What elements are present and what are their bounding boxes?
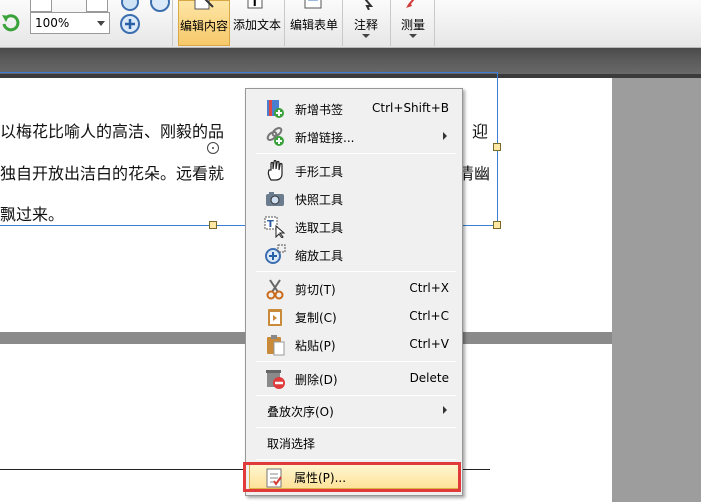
scissors-icon: [266, 279, 284, 300]
menu-item-shortcut: Ctrl+Shift+B: [372, 101, 449, 115]
menu-item-delete[interactable]: 删除(D) Delete: [249, 365, 459, 391]
paste-icon: [267, 335, 285, 356]
toolbar-separator: [172, 0, 173, 46]
toolbar-separator: [390, 0, 391, 46]
menu-item-copy[interactable]: 复制(C) Ctrl+C: [249, 303, 459, 329]
bookmark-add-icon: [267, 100, 284, 118]
annotate-label: 注释: [353, 18, 378, 32]
menu-item-label: 剪切(T): [295, 283, 336, 297]
camera-icon: [266, 192, 284, 206]
edit-form-button[interactable]: 编辑表单: [288, 0, 340, 46]
menu-item-shortcut: Ctrl+C: [409, 309, 449, 323]
menu-item-shortcut: Delete: [409, 371, 449, 385]
menu-item-label: 新增链接...: [295, 131, 355, 145]
zoom-value: 100%: [35, 16, 70, 30]
toolbar-small-button[interactable]: [30, 0, 52, 12]
edit-content-icon: [194, 0, 214, 10]
resize-handle[interactable]: [209, 221, 217, 229]
menu-item-snapshot-tool[interactable]: 快照工具: [249, 185, 459, 211]
refresh-icon[interactable]: [0, 12, 22, 34]
menu-item-label: 取消选择: [267, 437, 316, 451]
menu-item-paste[interactable]: 粘贴(P) Ctrl+V: [249, 331, 459, 357]
measure-button[interactable]: 测量: [394, 0, 432, 46]
zoom-icon: [265, 244, 286, 264]
menu-item-label: 缩放工具: [295, 249, 344, 263]
menu-item-cut[interactable]: 剪切(T) Ctrl+X: [249, 275, 459, 301]
toolbar-separator: [434, 0, 435, 46]
menu-item-hand-tool[interactable]: 手形工具: [249, 157, 459, 183]
menu-item-shortcut: Ctrl+V: [409, 337, 449, 351]
toolbar-separator: [342, 0, 343, 46]
measure-icon: [406, 0, 415, 8]
menu-item-shortcut: Ctrl+X: [409, 281, 449, 295]
menu-separator: [256, 361, 456, 362]
menu-item-label: 手形工具: [295, 165, 344, 179]
toolbar-separator: [284, 0, 285, 46]
text-select-icon: T: [264, 216, 286, 238]
chevron-down-icon: [362, 34, 370, 38]
menu-item-label: 选取工具: [295, 221, 344, 235]
menu-item-label: 新增书签: [295, 103, 344, 117]
delete-icon: [266, 370, 285, 389]
toolbar: 100% 编辑内容 T 添加文本 编辑表单 注释 测量: [0, 0, 701, 48]
menu-item-select-tool[interactable]: T 选取工具: [249, 213, 459, 239]
context-menu: 新增书签 Ctrl+Shift+B 新增链接... 手形工具 快照工具 T 选取…: [245, 88, 463, 496]
resize-handle[interactable]: [493, 143, 501, 151]
zoom-icon[interactable]: [148, 0, 172, 14]
menu-item-label: 删除(D): [295, 373, 338, 387]
chevron-down-icon: [97, 21, 105, 26]
menu-item-label: 粘贴(P): [295, 339, 336, 353]
submenu-arrow-icon: [443, 406, 447, 414]
menu-item-deselect[interactable]: 取消选择: [249, 429, 459, 455]
menu-separator: [256, 395, 456, 396]
menu-item-label: 快照工具: [295, 193, 344, 207]
menu-separator: [256, 271, 456, 272]
copy-icon: [268, 309, 282, 326]
menu-item-add-link[interactable]: 新增链接...: [249, 123, 459, 149]
add-text-button[interactable]: T 添加文本: [231, 0, 283, 46]
menu-item-arrange-order[interactable]: 叠放次序(O): [249, 397, 459, 423]
edit-form-icon: [304, 0, 322, 9]
menu-item-zoom-tool[interactable]: 缩放工具: [249, 241, 459, 267]
edit-content-label: 编辑内容: [179, 19, 228, 33]
menu-separator: [256, 427, 456, 428]
add-text-icon: T: [247, 0, 263, 9]
resize-handle[interactable]: [493, 221, 501, 229]
annotate-button[interactable]: 注释: [347, 0, 385, 46]
menu-item-label: 复制(C): [295, 311, 337, 325]
menu-item-label: 叠放次序(O): [267, 405, 334, 419]
chevron-down-icon: [409, 34, 417, 38]
svg-text:T: T: [267, 219, 274, 230]
edit-content-button[interactable]: 编辑内容: [178, 0, 230, 46]
highlight-annotation: [243, 462, 461, 492]
rotate-handle[interactable]: [207, 142, 219, 154]
svg-text:T: T: [251, 0, 259, 9]
measure-label: 测量: [400, 18, 425, 32]
menu-item-add-bookmark[interactable]: 新增书签 Ctrl+Shift+B: [249, 95, 459, 121]
menu-separator: [256, 459, 456, 460]
zoom-select[interactable]: 100%: [30, 12, 110, 34]
menu-separator: [256, 153, 456, 154]
submenu-arrow-icon: [443, 132, 447, 140]
zoom-in-icon[interactable]: [118, 12, 142, 36]
add-text-label: 添加文本: [232, 18, 281, 32]
link-add-icon: [266, 127, 284, 146]
toolbar-small-button[interactable]: [86, 0, 108, 12]
hand-icon: [267, 160, 283, 181]
workspace-background: [612, 78, 701, 502]
edit-form-label: 编辑表单: [289, 18, 338, 32]
annotate-icon: [364, 0, 374, 10]
